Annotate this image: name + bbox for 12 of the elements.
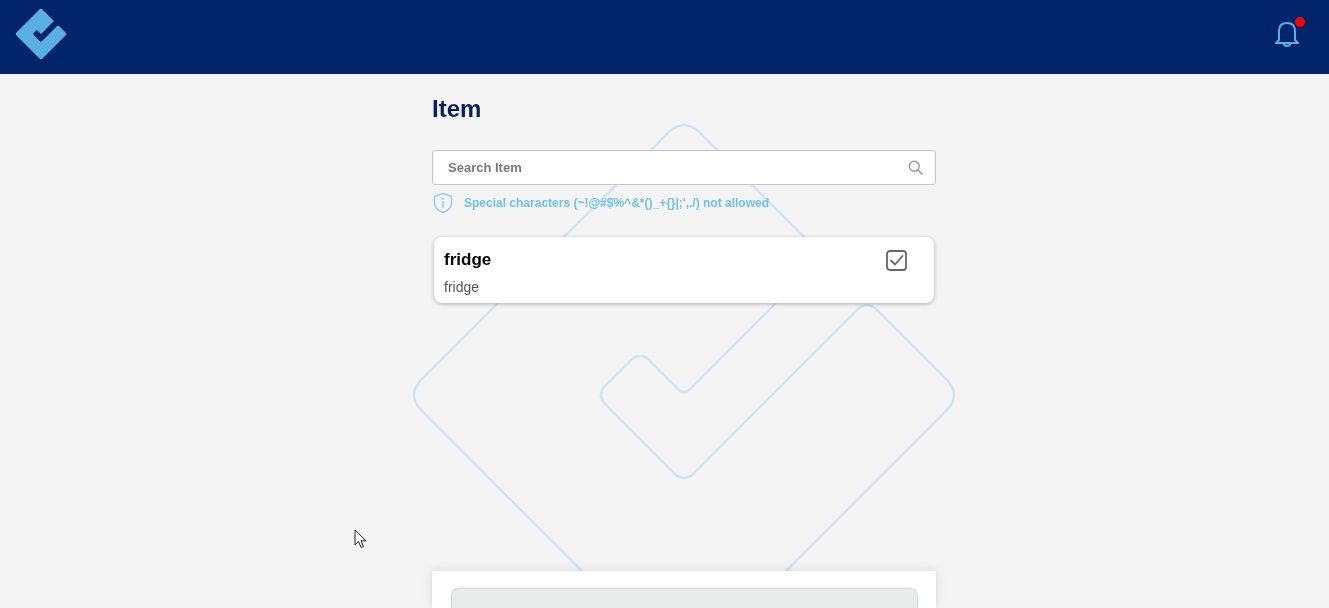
shield-info-icon: [432, 192, 454, 214]
checkbox[interactable]: [886, 250, 907, 271]
bell-icon[interactable]: [1273, 19, 1301, 47]
item-title: fridge: [444, 249, 492, 271]
item-subtitle: fridge: [444, 278, 480, 296]
cursor-icon: [354, 529, 368, 549]
logo-icon[interactable]: [15, 8, 67, 60]
search-icon[interactable]: [908, 160, 923, 175]
hint-text: Special characters (~!@#$%^&*()_+{}|;',./) not allowed: [464, 195, 769, 212]
page-title: Item: [432, 94, 482, 124]
search-field[interactable]: Search Item: [432, 150, 936, 185]
item-card[interactable]: fridge fridge: [434, 237, 934, 303]
